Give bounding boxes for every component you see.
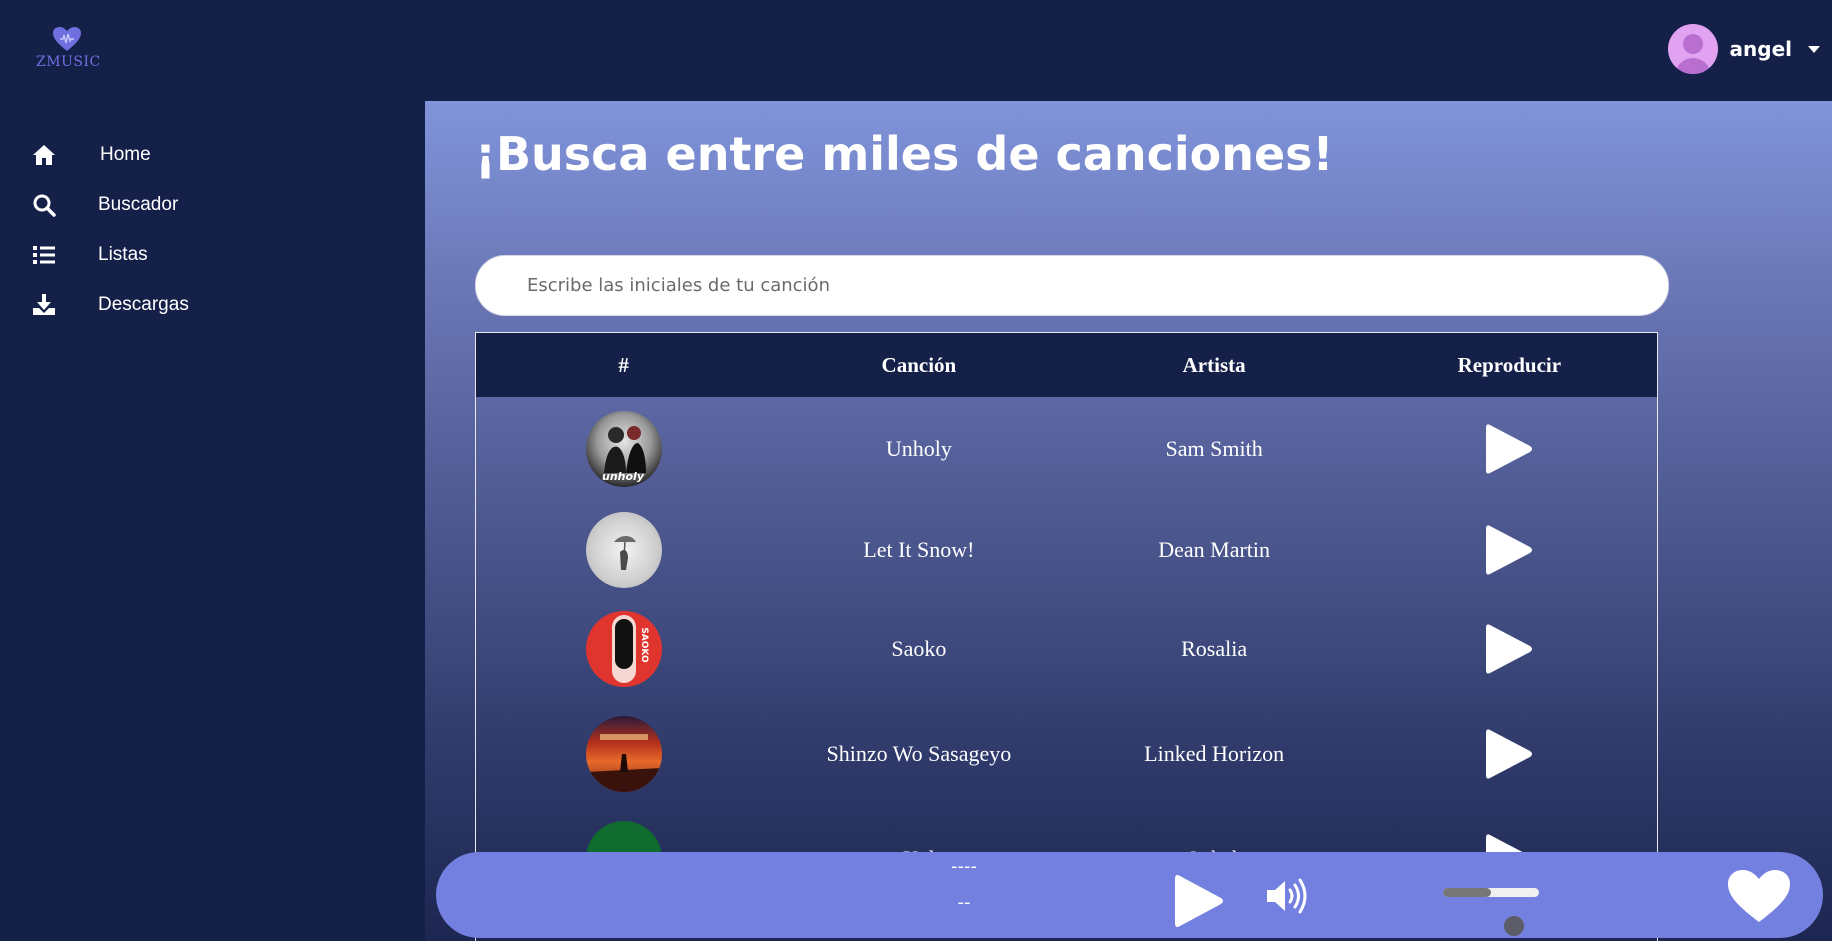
column-header-artist: Artista [1182,352,1246,377]
songs-table: # Canción Artista Reproducir unholy Unho… [475,332,1658,941]
play-icon[interactable] [1484,726,1534,782]
now-playing-title: ---- [951,856,977,877]
table-row: Shinzo Wo Sasageyo Linked Horizon [476,699,1657,809]
volume-slider-fill [1443,888,1491,897]
sidebar: Home Buscador Listas Descargas [0,130,420,330]
column-header-number: # [618,352,629,377]
play-icon[interactable] [1484,522,1534,578]
sidebar-item-label: Buscador [98,194,179,215]
column-header-song: Canción [881,352,957,377]
sidebar-item-buscador[interactable]: Buscador [0,180,420,230]
volume-slider[interactable] [1443,888,1539,897]
chevron-down-icon[interactable] [1808,45,1820,53]
artist-name: Sam Smith [1165,436,1263,461]
album-cover [585,716,662,792]
album-art-image: SAOKO [611,615,649,683]
music-player-bar: ---- -- [436,852,1823,938]
search-bar [475,255,1669,316]
song-name: Shinzo Wo Sasageyo [826,741,1012,766]
sidebar-item-descargas[interactable]: Descargas [0,280,420,330]
logo-text: ZMUSIC [36,54,101,70]
song-name: Unholy [885,436,952,461]
top-bar: ZMUSIC angel [0,0,1832,100]
song-name: Saoko [891,636,947,661]
volume-slider-handle[interactable] [1504,916,1524,936]
search-input[interactable] [476,256,1668,315]
album-cover: unholy [585,411,662,487]
table-row: SAOKO Saoko Rosalia [476,599,1657,699]
sidebar-item-label: Listas [98,244,148,265]
album-cover: SAOKO [585,611,662,687]
svg-text:unholy: unholy [602,470,645,483]
heart-logo-icon [53,27,81,51]
artist-name: Rosalia [1181,636,1248,661]
username: angel [1729,37,1792,61]
album-art-image: unholy [602,426,646,483]
table-header: # Canción Artista Reproducir [476,333,1657,397]
home-icon [33,145,55,165]
list-icon [33,246,55,264]
table-row: Let It Snow! Dean Martin [476,501,1657,599]
now-playing-artist: -- [957,892,971,913]
heart-icon[interactable] [1726,868,1792,924]
artist-name: Dean Martin [1158,537,1271,562]
artist-name: Linked Horizon [1144,741,1285,766]
sidebar-item-listas[interactable]: Listas [0,230,420,280]
search-icon [33,194,56,217]
download-icon [33,294,55,315]
column-header-play: Reproducir [1457,352,1562,377]
album-cover [585,512,662,588]
sidebar-item-label: Descargas [98,294,189,315]
album-art-image [613,536,636,570]
svg-text:SAOKO: SAOKO [639,627,649,663]
sidebar-item-home[interactable]: Home [0,130,420,180]
song-name: Let It Snow! [863,537,975,562]
album-art-image [585,734,662,792]
play-icon[interactable] [1173,872,1225,930]
app-logo[interactable]: ZMUSIC [36,26,101,74]
table-row: unholy Unholy Sam Smith [476,397,1657,501]
play-icon[interactable] [1484,621,1534,677]
main-content: ¡Busca entre miles de canciones! # Canci… [425,101,1832,941]
page-title: ¡Busca entre miles de canciones! [475,127,1334,181]
play-icon[interactable] [1484,421,1534,477]
avatar[interactable] [1667,24,1718,74]
user-menu[interactable]: angel [1667,24,1820,74]
volume-icon[interactable] [1265,876,1309,916]
sidebar-item-label: Home [100,144,151,165]
